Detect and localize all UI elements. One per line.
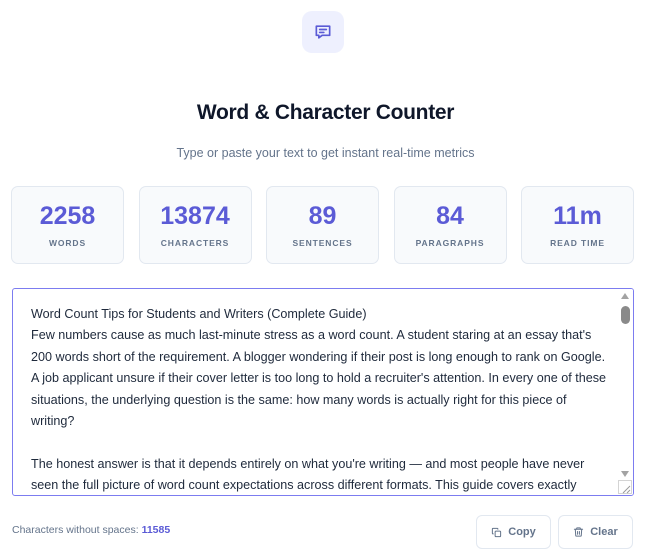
copy-button-label: Copy <box>508 526 536 538</box>
stat-value: 84 <box>436 202 464 230</box>
stat-card-sentences: 89 SENTENCES <box>266 186 379 264</box>
page-subtitle: Type or paste your text to get instant r… <box>176 146 475 160</box>
stat-card-words: 2258 WORDS <box>11 186 124 264</box>
copy-button[interactable]: Copy <box>476 515 551 549</box>
stat-label: SENTENCES <box>292 238 353 248</box>
chat-bubble-icon <box>315 25 331 39</box>
resize-handle[interactable] <box>618 480 632 494</box>
stat-value: 11m <box>553 202 602 230</box>
stat-label: READ TIME <box>550 238 605 248</box>
stat-card-read-time: 11m READ TIME <box>521 186 634 264</box>
stat-value: 89 <box>308 202 337 230</box>
vertical-scrollbar[interactable] <box>617 289 633 495</box>
chars-without-spaces: Characters without spaces: 11585 <box>12 524 170 536</box>
stat-label: PARAGRAPHS <box>415 238 485 248</box>
resize-grip-icon <box>622 485 631 494</box>
stat-card-paragraphs: 84 PARAGRAPHS <box>393 186 507 264</box>
stat-value: 2258 <box>39 202 96 230</box>
chars-without-spaces-value: 11585 <box>141 524 171 536</box>
stat-label: CHARACTERS <box>160 238 230 248</box>
stat-label: WORDS <box>48 238 87 248</box>
scroll-down-arrow-icon[interactable] <box>621 471 629 477</box>
scroll-thumb[interactable] <box>621 306 630 324</box>
clear-button-label: Clear <box>590 526 618 538</box>
trash-icon <box>574 527 584 537</box>
clear-button[interactable]: Clear <box>558 515 633 549</box>
chars-without-spaces-label: Characters without spaces: <box>12 524 139 536</box>
text-input-area[interactable]: Word Count Tips for Students and Writers… <box>12 288 634 496</box>
text-input-content[interactable]: Word Count Tips for Students and Writers… <box>31 304 607 495</box>
stats-row: 2258 WORDS 13874 CHARACTERS 89 SENTENCES… <box>11 186 634 266</box>
page-title: Word & Character Counter <box>196 101 455 124</box>
logo-badge <box>302 11 344 53</box>
stat-card-characters: 13874 CHARACTERS <box>138 186 252 264</box>
stat-value: 13874 <box>160 202 230 230</box>
scroll-up-arrow-icon[interactable] <box>621 293 629 299</box>
copy-icon <box>492 527 502 537</box>
